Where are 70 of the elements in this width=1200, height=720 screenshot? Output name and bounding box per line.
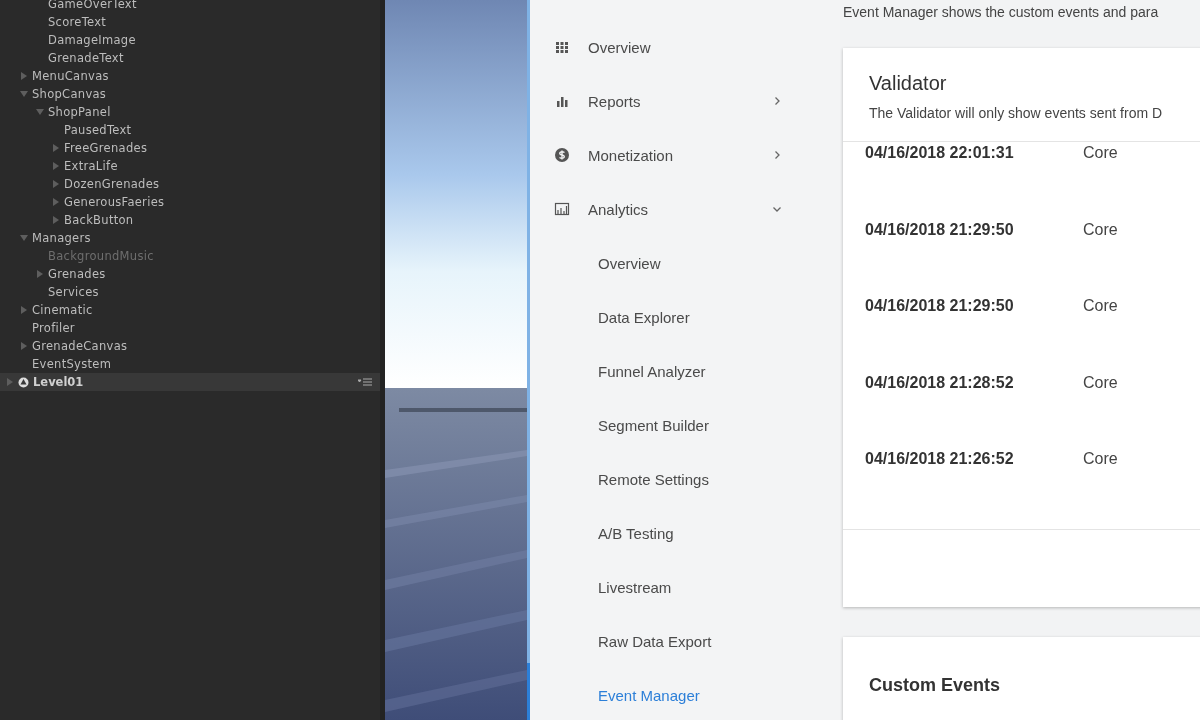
hierarchy-item[interactable]: DamageImage bbox=[48, 33, 136, 47]
nav-item[interactable]: Livestream bbox=[530, 560, 840, 614]
nav-item[interactable]: Analytics bbox=[530, 182, 840, 236]
nav-item[interactable]: Event Manager bbox=[530, 668, 840, 720]
collapsed-arrow-icon[interactable] bbox=[52, 216, 60, 224]
nav-item[interactable]: Data Explorer bbox=[530, 290, 840, 344]
hierarchy-item[interactable]: ShopCanvas bbox=[32, 87, 107, 101]
hierarchy-item[interactable]: GenerousFaeries bbox=[64, 195, 165, 209]
collapsed-arrow-icon[interactable] bbox=[6, 378, 14, 386]
intro-text: Event Manager shows the custom events and para bbox=[843, 4, 1160, 20]
nav-item[interactable]: A/B Testing bbox=[530, 506, 840, 560]
hierarchy-item[interactable]: GrenadeCanvas bbox=[32, 339, 128, 353]
event-time: 04/16/2018 21:29:50 bbox=[865, 220, 1015, 239]
card-title: Validator bbox=[869, 72, 948, 95]
nav-item[interactable]: Funnel Analyzer bbox=[530, 344, 840, 398]
hierarchy-item[interactable]: Cinematic bbox=[32, 303, 93, 317]
hierarchy-item[interactable]: ShopPanel bbox=[48, 105, 111, 119]
chevron-down-icon[interactable] bbox=[772, 204, 782, 214]
expanded-arrow-icon[interactable] bbox=[36, 108, 44, 116]
hierarchy-item[interactable]: Grenades bbox=[48, 267, 106, 281]
expanded-arrow-icon[interactable] bbox=[20, 234, 28, 242]
chevron-right-icon[interactable] bbox=[772, 96, 782, 106]
nav-item[interactable]: Reports bbox=[530, 74, 840, 128]
dollar-circle-icon bbox=[554, 147, 570, 163]
event-type: Core bbox=[1083, 220, 1118, 239]
hierarchy-item[interactable]: Services bbox=[48, 285, 99, 299]
hierarchy-item[interactable]: Managers bbox=[32, 231, 91, 245]
nav-item[interactable]: Monetization bbox=[530, 128, 840, 182]
chart-box-icon bbox=[554, 201, 570, 217]
collapsed-arrow-icon[interactable] bbox=[52, 144, 60, 152]
hierarchy-item[interactable]: MenuCanvas bbox=[32, 69, 109, 83]
hierarchy-item[interactable]: PausedText bbox=[64, 123, 132, 137]
event-type: Core bbox=[1083, 144, 1118, 162]
event-time: 04/16/2018 21:28:52 bbox=[865, 373, 1015, 392]
event-type: Core bbox=[1083, 297, 1118, 315]
nav-item[interactable]: Raw Data Export bbox=[530, 614, 840, 668]
grid-icon bbox=[554, 39, 570, 55]
hierarchy-item[interactable]: GrenadeText bbox=[48, 51, 124, 65]
nav-item[interactable]: Segment Builder bbox=[530, 398, 840, 452]
nav-item[interactable]: Overview bbox=[530, 236, 840, 290]
hierarchy-item[interactable]: GameOverText bbox=[48, 0, 137, 11]
hierarchy-item[interactable]: BackButton bbox=[64, 213, 134, 227]
event-type: Core bbox=[1083, 450, 1118, 468]
collapsed-arrow-icon[interactable] bbox=[52, 180, 60, 188]
hierarchy-item[interactable]: Profiler bbox=[32, 321, 75, 335]
collapsed-arrow-icon[interactable] bbox=[20, 72, 28, 80]
card-title: Custom Events bbox=[869, 675, 1002, 696]
event-time: 04/16/2018 22:01:31 bbox=[865, 144, 1015, 162]
event-time: 04/16/2018 21:29:50 bbox=[865, 297, 1015, 315]
hierarchy-item[interactable]: EventSystem bbox=[32, 357, 112, 371]
collapsed-arrow-icon[interactable] bbox=[52, 198, 60, 206]
card-description: The Validator will only show events sent from D bbox=[869, 105, 1164, 123]
collapsed-arrow-icon[interactable] bbox=[20, 306, 28, 314]
collapsed-arrow-icon[interactable] bbox=[36, 270, 44, 278]
nav-item[interactable]: Overview bbox=[530, 20, 840, 74]
hierarchy-item[interactable]: FreeGrenades bbox=[64, 141, 148, 155]
menu-icon[interactable] bbox=[358, 378, 372, 386]
event-time: 04/16/2018 21:26:52 bbox=[865, 450, 1015, 468]
scene-row[interactable]: Level01 bbox=[0, 373, 380, 391]
event-type: Core bbox=[1083, 373, 1118, 392]
hierarchy-item[interactable]: DozenGrenades bbox=[64, 177, 160, 191]
collapsed-arrow-icon[interactable] bbox=[52, 162, 60, 170]
scene-name: Level01 bbox=[33, 375, 85, 389]
collapsed-arrow-icon[interactable] bbox=[20, 342, 28, 350]
hierarchy-item[interactable]: ScoreText bbox=[48, 15, 107, 29]
selection-bar bbox=[527, 663, 530, 720]
expanded-arrow-icon[interactable] bbox=[20, 90, 28, 98]
hierarchy-item[interactable]: ExtraLife bbox=[64, 159, 118, 173]
chevron-right-icon[interactable] bbox=[772, 150, 782, 160]
nav-item[interactable]: Remote Settings bbox=[530, 452, 840, 506]
